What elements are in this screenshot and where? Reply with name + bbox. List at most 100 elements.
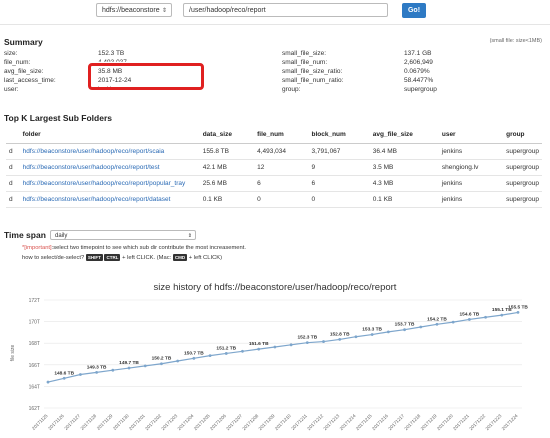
- column-header-avg-file-size[interactable]: avg_file_size: [369, 127, 439, 144]
- data-point[interactable]: [79, 373, 82, 376]
- data-label: 154.6 TB: [460, 311, 480, 317]
- x-tick-label: 20171207: [225, 413, 243, 431]
- data-point[interactable]: [451, 320, 455, 324]
- data-point[interactable]: [354, 335, 358, 339]
- data-point[interactable]: [419, 325, 423, 329]
- folder-link[interactable]: hdfs://beaconstore/user/hadoop/reco/repo…: [19, 175, 200, 192]
- summary-key-file-num: file_num:: [4, 59, 31, 66]
- data-point[interactable]: [305, 341, 309, 345]
- data-point[interactable]: [62, 376, 66, 380]
- cell-block-num: 9: [308, 159, 370, 176]
- table-row: d hdfs://beaconstore/user/hadoop/reco/re…: [6, 159, 542, 176]
- cell-block-num: 0: [308, 191, 370, 208]
- column-header-group[interactable]: group: [503, 127, 542, 144]
- data-label: 149.7 TB: [119, 360, 139, 366]
- size-history-chart[interactable]: size history of hdfs://beaconstore/user/…: [0, 268, 550, 438]
- cell-group: supergroup: [503, 175, 542, 192]
- x-tick-label: 20171204: [177, 413, 195, 431]
- x-tick-label: 20171206: [209, 413, 227, 431]
- data-point[interactable]: [208, 354, 212, 358]
- data-point[interactable]: [435, 322, 439, 326]
- data-label: 152.3 TB: [297, 335, 317, 341]
- cell-group: supergroup: [503, 159, 542, 176]
- cell-user: shengiong.lv: [438, 159, 504, 176]
- cell-avg-file-size: 0.1 KB: [369, 191, 439, 208]
- x-tick-label: 20171216: [371, 413, 389, 431]
- x-axis-ticks: 2017112520171126201711272017112820171129…: [31, 413, 519, 431]
- data-point[interactable]: [273, 345, 277, 349]
- small-file-note: (small file: size<1MB): [489, 38, 542, 44]
- data-point[interactable]: [386, 330, 390, 334]
- data-point[interactable]: [516, 311, 520, 314]
- cell-type: d: [6, 143, 20, 160]
- data-point[interactable]: [46, 380, 50, 384]
- folder-link[interactable]: hdfs://beaconstore/user/hadoop/reco/repo…: [19, 143, 200, 160]
- data-point[interactable]: [241, 349, 244, 353]
- y-tick-label: 168T: [29, 341, 40, 347]
- hint-line-2: how to select/de-select? SHIFT CTRL + le…: [22, 254, 222, 261]
- highlight-box: [88, 63, 204, 90]
- summary-key-avg-file-size: avg_file_size:: [4, 68, 44, 75]
- x-tick-label: 20171217: [387, 413, 405, 431]
- x-tick-label: 20171126: [47, 413, 65, 431]
- x-tick-label: 20171212: [306, 413, 324, 431]
- path-input[interactable]: /user/hadoop/reco/report: [183, 3, 388, 17]
- data-point[interactable]: [289, 343, 293, 347]
- data-point[interactable]: [176, 359, 180, 363]
- cell-block-num: 3,791,067: [308, 143, 370, 160]
- y-tick-label: 172T: [29, 298, 40, 304]
- data-label: 150.7 TB: [184, 350, 204, 356]
- filesystem-select[interactable]: hdfs://beaconstore ⇕: [96, 3, 172, 17]
- cell-avg-file-size: 3.5 MB: [369, 159, 439, 176]
- x-tick-label: 20171219: [420, 413, 438, 431]
- column-header-data-size[interactable]: data_size: [199, 127, 255, 144]
- data-point[interactable]: [500, 313, 504, 317]
- data-point[interactable]: [111, 368, 115, 372]
- x-tick-label: 20171218: [403, 413, 421, 431]
- data-point[interactable]: [338, 338, 342, 341]
- data-point[interactable]: [95, 370, 99, 374]
- x-tick-label: 20171209: [258, 413, 276, 431]
- folder-link[interactable]: hdfs://beaconstore/user/hadoop/reco/repo…: [19, 159, 200, 176]
- summary-value-small-file-num: 2,606,949: [404, 59, 433, 66]
- timespan-select[interactable]: daily ⇕: [50, 230, 196, 240]
- chevron-down-icon: ⇕: [187, 233, 192, 239]
- data-point[interactable]: [322, 340, 325, 343]
- cell-file-num: 6: [254, 175, 309, 192]
- hint-post: + left CLICK): [188, 255, 223, 261]
- data-point[interactable]: [160, 362, 163, 366]
- data-point[interactable]: [224, 352, 228, 355]
- cell-file-num: 0: [254, 191, 309, 208]
- filesystem-value: hdfs://beaconstore: [102, 7, 160, 14]
- y-tick-label: 170T: [29, 320, 40, 326]
- column-header-file-num[interactable]: file_num: [254, 127, 309, 144]
- data-label: 149.3 TB: [87, 364, 107, 370]
- hint-mid: + left CLICK. (Mac:: [122, 255, 172, 261]
- column-header-block-num[interactable]: block_num: [308, 127, 370, 144]
- summary-value-small-num-ratio: 58.4477%: [404, 77, 434, 84]
- data-point[interactable]: [484, 315, 487, 319]
- summary-key-small-file-size: small_file_size:: [282, 50, 327, 57]
- x-tick-label: 20171127: [63, 413, 81, 431]
- data-label: 154.2 TB: [427, 316, 447, 322]
- summary-key-small-num-ratio: small_file_num_ratio:: [282, 77, 344, 84]
- data-point[interactable]: [127, 366, 131, 370]
- data-point[interactable]: [403, 328, 406, 332]
- data-label: 152.8 TB: [330, 331, 350, 337]
- table-row: d hdfs://beaconstore/user/hadoop/reco/re…: [6, 175, 542, 192]
- point-labels: 148.6 TB 149.3 TB 149.7 TB 150.2 TB 150.7 TB…: [54, 304, 528, 376]
- data-point[interactable]: [257, 347, 261, 351]
- column-header-folder[interactable]: folder: [19, 127, 200, 144]
- data-point[interactable]: [467, 318, 471, 321]
- data-point[interactable]: [143, 364, 147, 368]
- x-tick-label: 20171129: [96, 413, 114, 431]
- timespan-heading: Time span: [4, 230, 46, 240]
- cell-avg-file-size: 4.3 MB: [369, 175, 439, 192]
- folder-link[interactable]: hdfs://beaconstore/user/hadoop/reco/repo…: [19, 191, 200, 208]
- data-point[interactable]: [370, 333, 374, 336]
- x-tick-label: 20171203: [160, 413, 178, 431]
- go-button[interactable]: Go!: [402, 3, 426, 18]
- column-header-user[interactable]: user: [438, 127, 504, 144]
- cell-data-size: 155.8 TB: [199, 143, 255, 160]
- data-point[interactable]: [192, 356, 196, 360]
